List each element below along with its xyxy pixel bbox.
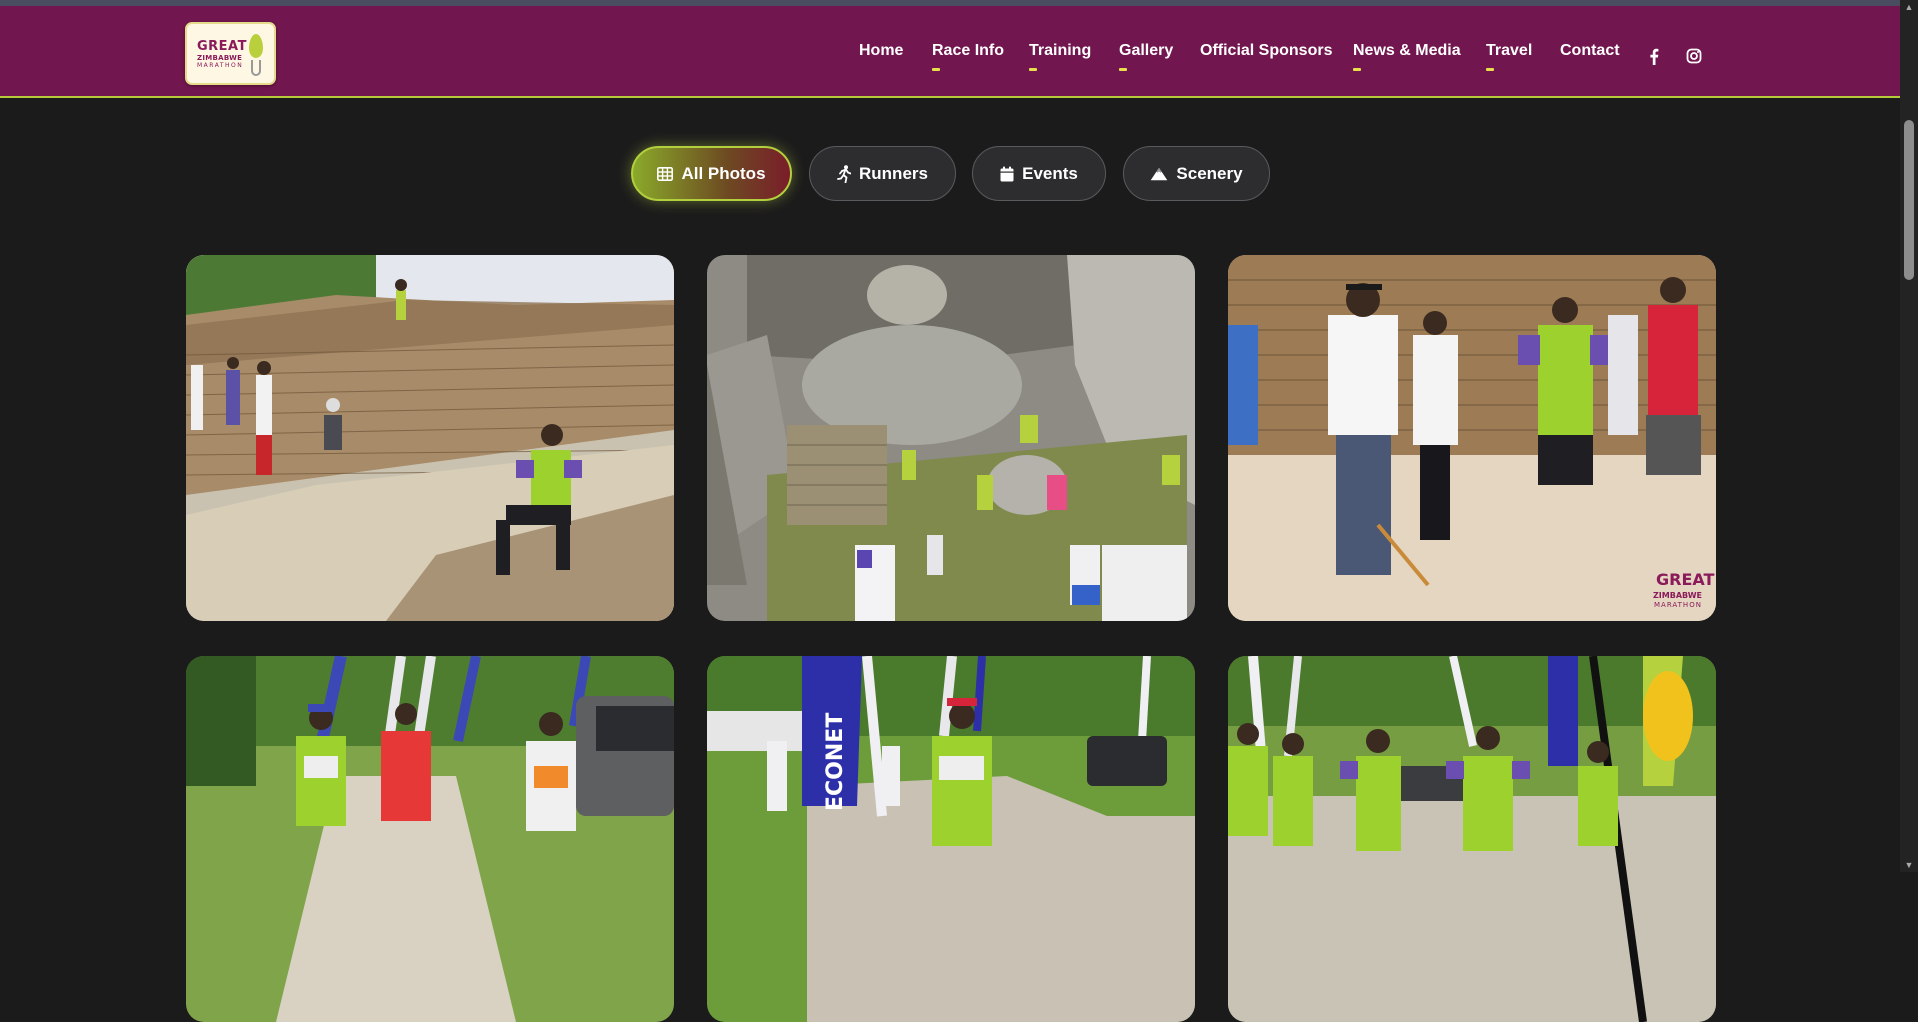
svg-text:GREAT: GREAT <box>1656 570 1715 589</box>
site-logo[interactable]: GREAT ZIMBABWE MARATHON <box>185 22 276 85</box>
filter-runners-button[interactable]: Runners <box>809 146 956 201</box>
dropdown-indicator <box>1353 68 1361 71</box>
nav-training[interactable]: Training <box>1029 42 1092 71</box>
nav-home[interactable]: Home <box>859 42 903 66</box>
facebook-icon[interactable] <box>1645 47 1663 65</box>
gallery-photo-3[interactable]: GREAT ZIMBABWE MARATHON <box>1228 255 1716 621</box>
nav-gallery-label: Gallery <box>1119 42 1174 59</box>
scroll-down-arrow-icon[interactable]: ▼ <box>1903 860 1915 870</box>
gallery-photo-4[interactable] <box>186 656 674 1022</box>
gallery-photo-5[interactable]: ECONET <box>707 656 1195 1022</box>
grid-icon <box>657 166 674 181</box>
filter-events-label: Events <box>1022 163 1078 183</box>
svg-text:ZIMBABWE: ZIMBABWE <box>1653 591 1702 600</box>
svg-text:MARATHON: MARATHON <box>1654 601 1702 609</box>
logo-drop-mark <box>249 34 263 58</box>
filter-runners-label: Runners <box>859 163 928 183</box>
nav-official-sponsors[interactable]: Official Sponsors <box>1200 42 1332 66</box>
scroll-up-arrow-icon[interactable]: ▲ <box>1903 2 1915 12</box>
gallery-photo-1[interactable] <box>186 255 674 621</box>
logo-foot-mark <box>251 60 261 76</box>
nav-contact[interactable]: Contact <box>1560 42 1620 66</box>
nav-gallery[interactable]: Gallery <box>1119 42 1174 71</box>
logo-line-2: ZIMBABWE <box>197 53 243 62</box>
dropdown-indicator <box>1029 68 1037 71</box>
gallery-photo-2[interactable] <box>707 255 1195 621</box>
nav-travel[interactable]: Travel <box>1486 42 1533 71</box>
dropdown-indicator <box>1119 68 1127 71</box>
filter-all-photos-label: All Photos <box>681 163 766 183</box>
nav-race-info-label: Race Info <box>932 42 1005 59</box>
nav-training-label: Training <box>1029 42 1092 59</box>
logo-line-3: MARATHON <box>197 61 244 69</box>
dropdown-indicator <box>932 68 940 71</box>
nav-race-info[interactable]: Race Info <box>932 42 1005 71</box>
nav-travel-label: Travel <box>1486 42 1533 59</box>
filter-events-button[interactable]: Events <box>972 146 1106 201</box>
svg-text:ECONET: ECONET <box>823 713 848 811</box>
scrollbar-thumb[interactable] <box>1904 120 1914 280</box>
running-icon <box>837 164 852 183</box>
filter-scenery-label: Scenery <box>1176 163 1243 183</box>
dropdown-indicator <box>1486 68 1494 71</box>
mountain-icon <box>1151 167 1168 180</box>
filter-scenery-button[interactable]: Scenery <box>1123 146 1270 201</box>
gallery-photo-6[interactable] <box>1228 656 1716 1022</box>
nav-news-media-label: News & Media <box>1353 42 1461 59</box>
calendar-icon <box>1000 166 1014 181</box>
instagram-icon[interactable] <box>1685 47 1703 65</box>
nav-news-media[interactable]: News & Media <box>1353 42 1461 71</box>
site-header: GREAT ZIMBABWE MARATHON Home Race Info T… <box>0 6 1900 98</box>
filter-all-photos-button[interactable]: All Photos <box>631 146 792 201</box>
